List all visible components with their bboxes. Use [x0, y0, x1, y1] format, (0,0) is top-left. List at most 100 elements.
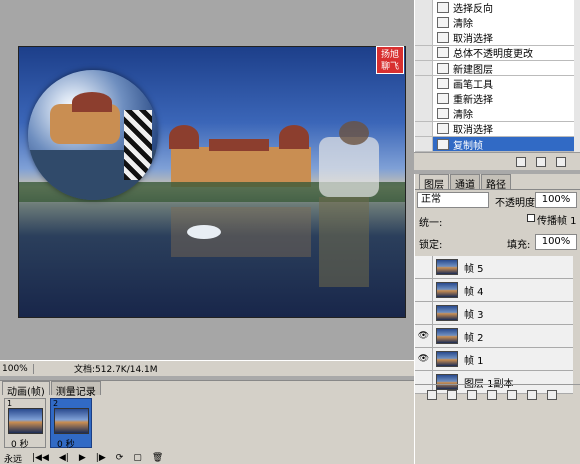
fx-icon[interactable] — [447, 389, 457, 400]
frame-delay[interactable]: 0 秒 — [57, 437, 75, 450]
fill-field[interactable]: 100% — [535, 234, 577, 250]
animation-tabs: 动画(帧) 测量记录 — [0, 381, 414, 398]
history-snapshot-checkbox[interactable] — [415, 76, 433, 91]
bubble-image — [28, 70, 158, 200]
history-item-label: 清除 — [453, 110, 473, 122]
history-item-label: 取消选择 — [453, 125, 493, 137]
propagate-checkbox[interactable] — [527, 214, 535, 222]
layer-name: 帧 4 — [464, 286, 484, 298]
zoom-level[interactable]: 100% — [0, 363, 34, 374]
opacity-field[interactable]: 100% — [535, 192, 577, 208]
history-step-icon — [437, 92, 449, 104]
layer-row[interactable]: 帧 3 — [415, 302, 573, 325]
frame-number: 2 — [53, 399, 59, 408]
trash-icon[interactable]: 🗑 — [152, 453, 163, 463]
animation-frame[interactable]: 1 0 秒 — [4, 398, 46, 450]
history-item-label: 重新选择 — [453, 94, 493, 106]
anim-tab-0[interactable]: 动画(帧) — [2, 381, 50, 398]
history-step-icon — [437, 123, 449, 135]
link-icon[interactable] — [427, 389, 437, 400]
new-document-icon[interactable] — [516, 156, 526, 167]
history-item[interactable]: 新建图层 — [415, 60, 575, 77]
history-item[interactable]: 取消选择 — [415, 30, 575, 46]
first-frame-icon[interactable]: |◀◀ — [32, 453, 49, 463]
frame-delay[interactable]: 0 秒 — [11, 437, 29, 450]
history-step-icon — [437, 62, 449, 74]
layers-tabs: 图层 通道 路径 — [415, 174, 580, 191]
eye-icon[interactable]: 👁 — [415, 348, 433, 370]
history-item[interactable]: 重新选择 — [415, 91, 575, 107]
tab-1[interactable]: 通道 — [450, 174, 480, 191]
history-snapshot-checkbox[interactable] — [415, 91, 433, 106]
play-icon[interactable]: ▶ — [79, 453, 86, 463]
history-item-label: 总体不透明度更改 — [453, 49, 533, 61]
history-item[interactable]: 总体不透明度更改 — [415, 45, 575, 62]
history-item-label: 新建图层 — [453, 64, 493, 76]
history-step-icon — [437, 16, 449, 28]
history-item-label: 取消选择 — [453, 34, 493, 46]
new-snapshot-icon[interactable] — [536, 156, 546, 167]
animation-frame[interactable]: 2 0 秒 — [50, 398, 92, 450]
layer-name: 帧 5 — [464, 263, 484, 275]
trash-icon[interactable] — [556, 156, 566, 167]
history-snapshot-checkbox[interactable] — [415, 136, 433, 152]
tab-2[interactable]: 路径 — [481, 174, 511, 191]
loop-select[interactable]: 永远 — [4, 452, 22, 464]
history-scrollbar[interactable] — [574, 0, 580, 170]
new-frame-icon[interactable]: ▢ — [133, 453, 142, 463]
history-snapshot-checkbox[interactable] — [415, 30, 433, 45]
frame-number: 1 — [7, 399, 13, 408]
layer-row[interactable]: 👁 帧 1 — [415, 348, 573, 371]
history-snapshot-checkbox[interactable] — [415, 0, 433, 15]
prev-frame-icon[interactable]: ◀| — [59, 453, 69, 463]
history-snapshot-checkbox[interactable] — [415, 121, 433, 137]
animation-toolbar: 永远 |◀◀ ◀| ▶ |▶ ⟳ ▢ 🗑 — [0, 452, 414, 464]
history-step-icon — [437, 47, 449, 59]
history-item-label: 选择反向 — [453, 3, 493, 15]
history-item[interactable]: 取消选择 — [415, 121, 575, 138]
history-step-icon — [437, 138, 449, 150]
history-item[interactable]: 复制帧 — [415, 136, 575, 153]
mask-icon[interactable] — [467, 389, 477, 400]
history-snapshot-checkbox[interactable] — [415, 45, 433, 61]
next-frame-icon[interactable]: |▶ — [96, 453, 106, 463]
eye-icon[interactable] — [415, 256, 433, 278]
history-item[interactable]: 清除 — [415, 15, 575, 31]
new-layer-icon[interactable] — [527, 389, 537, 400]
layer-thumbnail — [436, 282, 458, 298]
eye-icon[interactable] — [415, 302, 433, 324]
lock-label: 锁定: — [419, 240, 443, 251]
fill-label: 填充: — [507, 240, 531, 251]
trash-icon[interactable] — [547, 389, 557, 400]
layer-row[interactable]: 帧 5 — [415, 256, 573, 279]
watermark-stamp: 扬旭 聊飞 — [376, 46, 404, 74]
history-item[interactable]: 选择反向 — [415, 0, 575, 16]
layer-name: 帧 2 — [464, 332, 484, 344]
history-item-label: 画笔工具 — [453, 79, 493, 91]
brush-icon — [437, 77, 449, 89]
history-item[interactable]: 画笔工具 — [415, 76, 575, 92]
blend-mode-value: 正常 — [421, 194, 441, 205]
eye-icon[interactable]: 👁 — [415, 325, 433, 347]
history-toolbar — [414, 152, 580, 170]
anim-tab-1[interactable]: 测量记录 — [50, 381, 101, 398]
history-snapshot-checkbox[interactable] — [415, 106, 433, 121]
history-item-label: 复制帧 — [453, 140, 483, 152]
fill-value: 100% — [541, 236, 571, 247]
blend-mode-select[interactable]: 正常 — [417, 192, 489, 208]
adjustment-icon[interactable] — [487, 389, 497, 400]
folder-icon[interactable] — [507, 389, 517, 400]
tween-icon[interactable]: ⟳ — [116, 453, 124, 463]
propagate-label: 传播帧 1 — [537, 216, 577, 227]
layer-row[interactable]: 👁 帧 2 — [415, 325, 573, 348]
history-snapshot-checkbox[interactable] — [415, 15, 433, 30]
history-snapshot-checkbox[interactable] — [415, 60, 433, 76]
history-step-icon — [437, 1, 449, 13]
history-item[interactable]: 清除 — [415, 106, 575, 122]
history-item-label: 清除 — [453, 18, 473, 30]
history-panel: 选择反向 清除 取消选择 总体不透明度更改 新建图层 画笔工具 重新选择 清除 取消选择 复制帧 — [414, 0, 580, 170]
layer-row[interactable]: 帧 4 — [415, 279, 573, 302]
tab-0[interactable]: 图层 — [419, 174, 449, 191]
opacity-label: 不透明度: — [495, 198, 539, 209]
eye-icon[interactable] — [415, 279, 433, 301]
